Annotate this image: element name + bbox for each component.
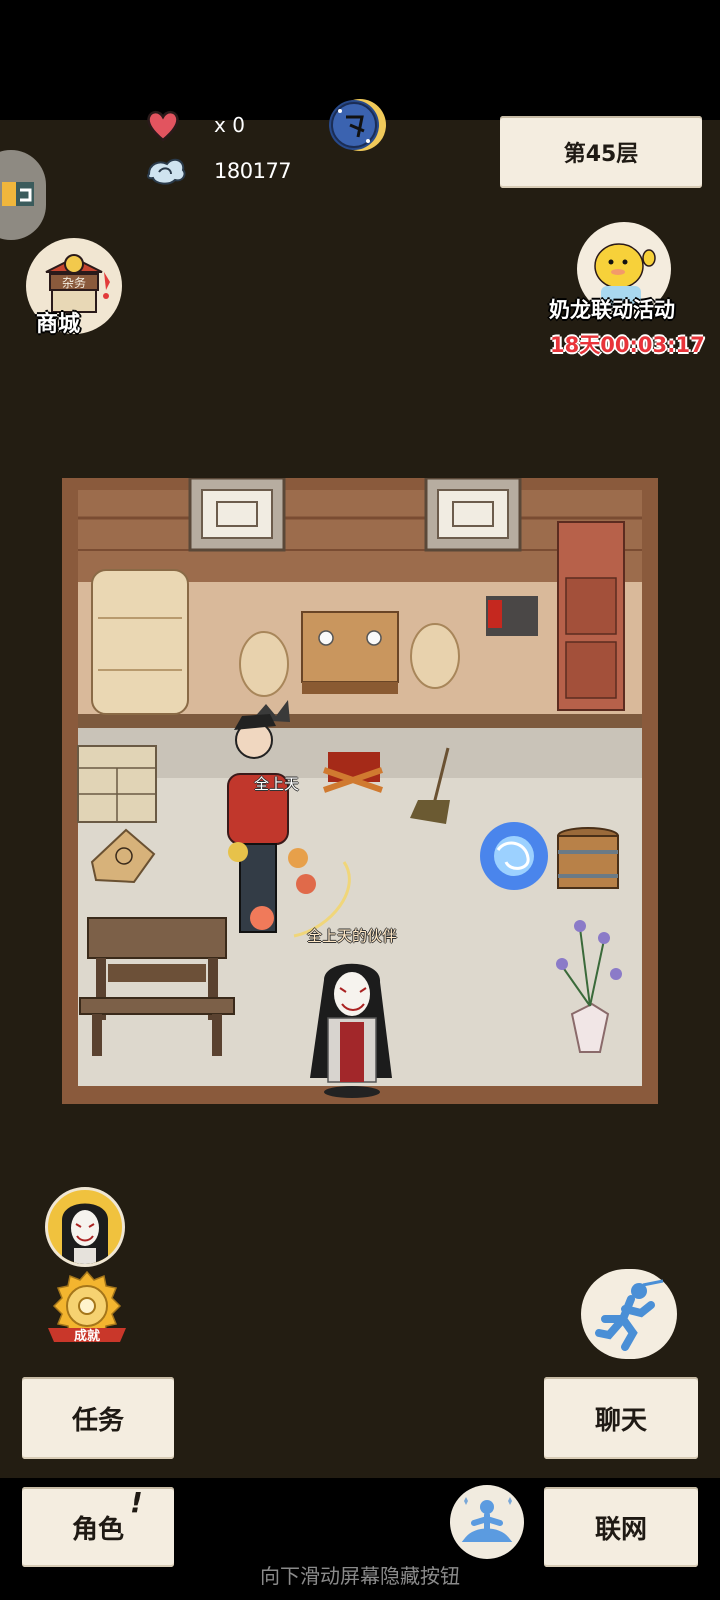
- coin-count: 180177: [214, 159, 292, 183]
- event-timer: 18天00:03:17: [550, 333, 705, 357]
- role-button-label: 角色: [71, 1514, 124, 1545]
- achievement-label: 成就: [74, 1328, 100, 1344]
- achievement-icon[interactable]: 成就: [42, 1268, 132, 1354]
- task-button[interactable]: 任务: [22, 1377, 174, 1459]
- avatar-icon[interactable]: [45, 1187, 125, 1267]
- heart-icon: [145, 107, 181, 143]
- moon-badge-icon[interactable]: [328, 97, 388, 157]
- game-room[interactable]: [62, 476, 658, 1104]
- tea-table: [301, 611, 399, 683]
- network-button[interactable]: 联网: [544, 1487, 698, 1567]
- floor-label: 第45层: [563, 142, 639, 167]
- hide-buttons-hint: 向下滑动屏幕隐藏按钮: [260, 1564, 460, 1588]
- floor-indicator: 第45层: [500, 116, 702, 188]
- shop-label[interactable]: 商城: [36, 306, 80, 338]
- player-name-tag: 全上天: [254, 775, 300, 793]
- run-icon[interactable]: [581, 1269, 677, 1359]
- chat-button-label: 聊天: [594, 1405, 647, 1436]
- meditate-icon[interactable]: [450, 1485, 524, 1559]
- lives-count: x 0: [214, 113, 245, 137]
- task-button-label: 任务: [71, 1405, 124, 1436]
- coin-cloud-icon: [145, 152, 189, 188]
- chat-button[interactable]: 聊天: [544, 1377, 698, 1459]
- network-button-label: 联网: [594, 1514, 647, 1545]
- shop-sign: 杂务: [62, 275, 86, 290]
- event-label[interactable]: 奶龙联动活动: [549, 294, 675, 324]
- desk: [87, 917, 227, 959]
- partner-name-tag: 全上天的伙伴: [307, 927, 398, 945]
- role-alert-mark: !: [130, 1486, 143, 1519]
- role-button[interactable]: 角色: [22, 1487, 174, 1567]
- bed-roll: [91, 569, 189, 715]
- side-tab-handle[interactable]: [0, 150, 46, 240]
